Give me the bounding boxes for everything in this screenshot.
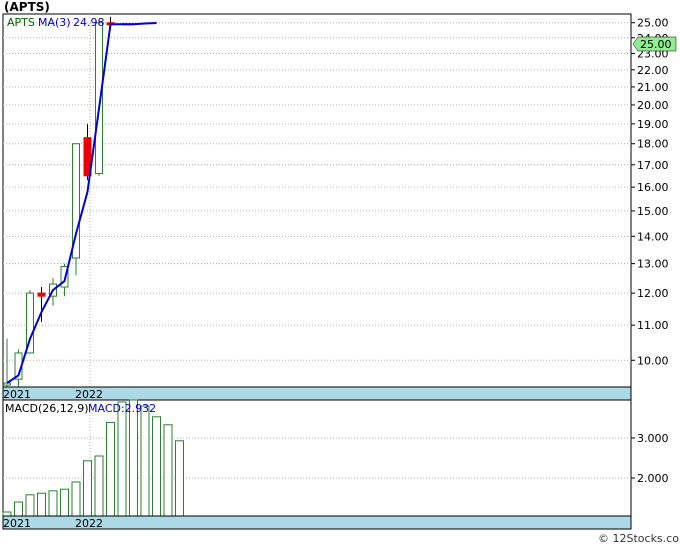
price-x-label: 2022 bbox=[75, 388, 103, 401]
price-y-axis: 25.0024.0023.0022.0021.0020.0019.0018.00… bbox=[631, 17, 669, 367]
price-tick-label: 16.00 bbox=[637, 181, 669, 194]
price-tick-label: 20.00 bbox=[637, 99, 669, 112]
macd-bar bbox=[37, 492, 46, 517]
macd-value-label: MACD:2.932 bbox=[88, 402, 156, 415]
price-tick-label: 17.00 bbox=[637, 159, 669, 172]
chart-canvas: 25.0024.0023.0022.0021.0020.0019.0018.00… bbox=[2, 0, 680, 545]
macd-bar bbox=[71, 481, 81, 517]
price-tag-label: 25.00 bbox=[640, 38, 672, 51]
candle-body bbox=[95, 22, 103, 175]
price-tick-label: 25.00 bbox=[637, 17, 669, 30]
legend-symbol: APTS bbox=[7, 16, 35, 29]
price-tick-label: 19.00 bbox=[637, 118, 669, 131]
macd-bar bbox=[14, 501, 23, 517]
candle-body bbox=[3, 382, 11, 386]
price-tag: 25.00 bbox=[632, 36, 677, 52]
macd-tick-label: 3.000 bbox=[637, 432, 669, 445]
macd-bar bbox=[48, 490, 58, 517]
macd-bar bbox=[175, 440, 184, 517]
price-tick-label: 13.00 bbox=[637, 258, 669, 271]
price-tick-label: 22.00 bbox=[637, 64, 669, 77]
macd-bar bbox=[25, 494, 35, 517]
ticker-title: (APTS) bbox=[4, 0, 50, 14]
macd-bar bbox=[94, 455, 104, 517]
macd-bar bbox=[106, 421, 115, 517]
price-tick-label: 21.00 bbox=[637, 81, 669, 94]
macd-x-label: 2021 bbox=[3, 517, 31, 530]
price-x-label: 2021 bbox=[3, 388, 31, 401]
macd-panel: 3.000 2.000 2021 2022 MACD(26,12,9) MACD:2… bbox=[2, 399, 669, 530]
price-tick-label: 11.00 bbox=[637, 319, 669, 332]
legend-ma-label: MA(3) bbox=[38, 16, 71, 29]
macd-bar bbox=[163, 424, 173, 517]
macd-tick-label: 2.000 bbox=[637, 472, 669, 485]
macd-bar bbox=[83, 460, 92, 517]
macd-bar bbox=[60, 488, 69, 517]
price-tick-label: 12.00 bbox=[637, 287, 669, 300]
macd-bar bbox=[117, 401, 127, 517]
price-tick-label: 15.00 bbox=[637, 205, 669, 218]
macd-bar bbox=[129, 399, 138, 517]
price-tick-label: 10.00 bbox=[637, 354, 669, 367]
legend-ma-value: 24.98 bbox=[73, 16, 105, 29]
macd-bar bbox=[152, 416, 161, 517]
macd-bar bbox=[2, 511, 12, 517]
candle-body bbox=[37, 292, 46, 297]
macd-label: MACD(26,12,9) bbox=[5, 402, 89, 415]
macd-y-axis: 3.000 2.000 bbox=[631, 432, 669, 485]
price-panel: 25.0024.0023.0022.0021.0020.0019.0018.00… bbox=[2, 0, 677, 401]
macd-x-label: 2022 bbox=[75, 517, 103, 530]
price-tick-label: 14.00 bbox=[637, 230, 669, 243]
price-tick-label: 18.00 bbox=[637, 138, 669, 151]
footer-copyright: © 12Stocks.com bbox=[598, 532, 680, 545]
macd-bar bbox=[140, 405, 150, 517]
